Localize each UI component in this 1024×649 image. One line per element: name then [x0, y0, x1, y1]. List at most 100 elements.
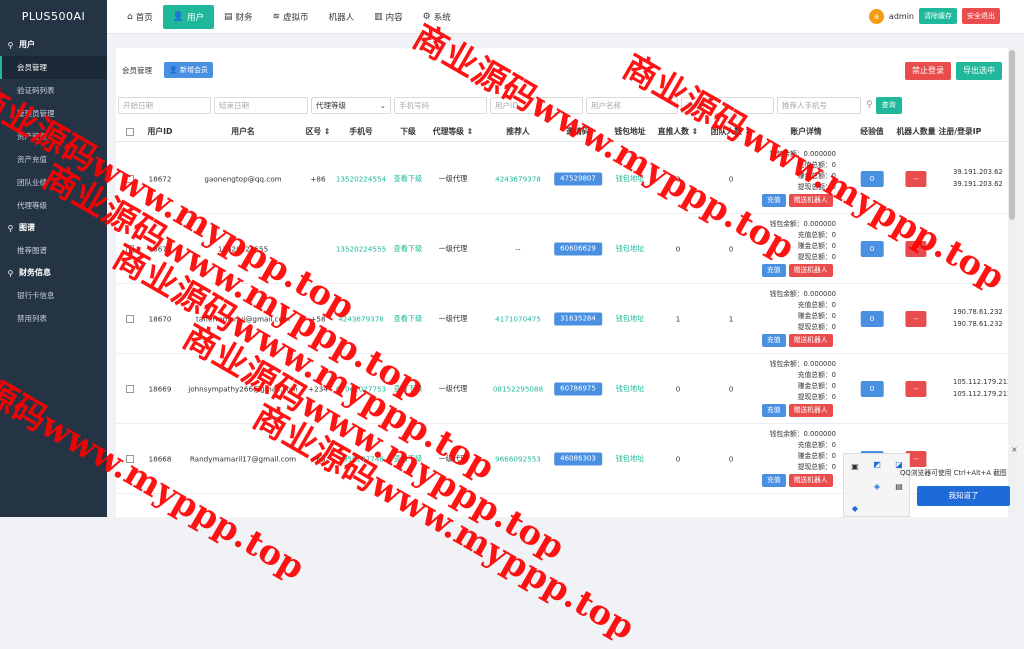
avatar[interactable]: a [868, 8, 884, 24]
gift-robot-button[interactable]: 赠送机器人 [788, 474, 833, 487]
nav-item[interactable]: 机器人 [319, 5, 365, 29]
sidebar-group[interactable]: ⚲ 用户 [0, 34, 107, 56]
username-input[interactable]: 用户名称 [586, 96, 678, 114]
robot-count-badge[interactable]: -- [905, 381, 927, 397]
phone-cell[interactable]: 4243679378 [338, 315, 384, 324]
gift-robot-button[interactable]: 赠送机器人 [788, 194, 833, 207]
close-icon[interactable]: × [1011, 445, 1018, 454]
referrer-cell[interactable]: 08152295088 [493, 385, 543, 394]
row-checkbox[interactable] [126, 315, 134, 323]
robot-count-badge[interactable]: -- [905, 171, 927, 187]
column-header[interactable]: 直推人数 ⇕ [658, 122, 698, 142]
wallet-address-link[interactable]: 钱包地址 [616, 244, 645, 254]
invite-code-input[interactable]: 邀请码 [681, 96, 774, 114]
sidebar-item[interactable]: 会员管理 [0, 56, 107, 79]
recharge-button[interactable]: 充值 [762, 194, 786, 207]
admin-username[interactable]: admin [889, 12, 914, 21]
row-checkbox[interactable] [126, 385, 134, 393]
sidebar-item[interactable]: 团队业绩 [0, 171, 107, 194]
phone-cell[interactable]: 9955187748 [338, 455, 384, 464]
sidebar-item[interactable]: 银行卡信息 [0, 284, 107, 307]
invite-code-badge[interactable]: 46086303 [554, 452, 602, 466]
app-icon[interactable]: ◈ [872, 482, 882, 492]
view-subordinates-link[interactable]: 查看下级 [394, 314, 423, 324]
phone-cell[interactable]: 13520224555 [336, 245, 386, 254]
invite-code-badge[interactable]: 47529807 [554, 172, 602, 186]
row-checkbox[interactable] [126, 245, 134, 253]
got-it-button[interactable]: 我知道了 [917, 486, 1010, 506]
recharge-button[interactable]: 充值 [762, 404, 786, 417]
nav-item[interactable]: 👤 用户 [162, 4, 214, 29]
sidebar-item[interactable]: 推荐图谱 [0, 239, 107, 262]
sidebar-item[interactable]: 资产管理 [0, 125, 107, 148]
user-id-input[interactable]: 用户ID [490, 96, 583, 114]
view-subordinates-link[interactable]: 查看下级 [394, 384, 423, 394]
scrollbar-thumb[interactable] [1009, 50, 1015, 220]
sidebar-item[interactable]: 管理员管理 [0, 102, 107, 125]
phone-cell[interactable]: 07042027753 [336, 385, 386, 394]
sidebar-item[interactable]: 代理等级 [0, 194, 107, 217]
invite-code-badge[interactable]: 60606629 [554, 242, 602, 256]
nav-item[interactable]: ▤ 财务 [214, 5, 263, 29]
app-icon[interactable]: ◆ [850, 504, 860, 514]
view-subordinates-link[interactable]: 查看下级 [394, 174, 423, 184]
experience-badge[interactable]: 0 [860, 241, 884, 257]
robot-count-badge[interactable]: -- [905, 311, 927, 327]
sidebar-group[interactable]: ⚲ 财务信息 [0, 262, 107, 284]
nav-item[interactable]: ▥ 内容 [364, 5, 413, 29]
disable-login-button[interactable]: 禁止登录 [905, 62, 951, 80]
experience-badge[interactable]: 0 [860, 311, 884, 327]
select-all-checkbox[interactable] [126, 128, 134, 136]
sidebar-group[interactable]: ⚲ 图谱 [0, 217, 107, 239]
search-button[interactable]: 查询 [875, 96, 902, 114]
column-header[interactable]: 代理等级 ⇕ [433, 122, 473, 142]
nav-item[interactable]: ⌂ 首页 [117, 5, 163, 29]
referrer-cell[interactable]: 9666092553 [495, 455, 541, 464]
nav-item[interactable]: ≋ 虚拟币 [263, 5, 319, 29]
gift-robot-button[interactable]: 赠送机器人 [788, 404, 833, 417]
recharge-button[interactable]: 充值 [762, 474, 786, 487]
phone-input[interactable]: 手机号码 [394, 96, 487, 114]
row-checkbox[interactable] [126, 175, 134, 183]
wallet-address-link[interactable]: 钱包地址 [616, 174, 645, 184]
add-member-button[interactable]: 👤 新增会员 [164, 62, 213, 78]
phone-cell[interactable]: 13520224554 [336, 175, 386, 184]
column-header[interactable]: 团队人数 ⇕ [711, 122, 751, 142]
column-header[interactable]: 区号 ⇕ [306, 122, 331, 142]
sidebar-item[interactable]: 验证码列表 [0, 79, 107, 102]
start-date-input[interactable]: 开始日期 [118, 96, 211, 114]
robot-count-badge[interactable]: -- [905, 241, 927, 257]
app-icon[interactable]: ▤ [894, 482, 904, 492]
logout-button[interactable]: 安全退出 [962, 8, 1000, 24]
app-icon[interactable]: ◩ [872, 460, 882, 470]
app-icon[interactable]: ▣ [850, 462, 860, 472]
sidebar-item[interactable]: 禁用列表 [0, 307, 107, 330]
invite-code-badge[interactable]: 31635284 [554, 312, 602, 326]
experience-badge[interactable]: 0 [860, 381, 884, 397]
toolbar: 会员管理 👤 新增会员 禁止登录 导出选中 [122, 62, 1002, 80]
agent-level-select[interactable]: 代理等级 ⌄ [311, 96, 391, 114]
referrer-cell[interactable]: 4171070475 [495, 315, 541, 324]
sidebar-item[interactable]: 资产充值 [0, 148, 107, 171]
account-details: 钱包余额：0.000000 充值总额：0 赚金总额：0 提现总额：0 [766, 359, 866, 403]
view-subordinates-link[interactable]: 查看下级 [394, 244, 423, 254]
gift-robot-button[interactable]: 赠送机器人 [788, 334, 833, 347]
end-date-input[interactable]: 结束日期 [214, 96, 308, 114]
clear-cache-button[interactable]: 清除缓存 [919, 8, 957, 24]
gift-robot-button[interactable]: 赠送机器人 [788, 264, 833, 277]
recharge-button[interactable]: 充值 [762, 334, 786, 347]
export-selected-button[interactable]: 导出选中 [956, 62, 1002, 80]
invite-code-badge[interactable]: 60786975 [554, 382, 602, 396]
row-checkbox[interactable] [126, 455, 134, 463]
experience-badge[interactable]: 0 [860, 171, 884, 187]
search-icon[interactable]: ⚲ [866, 100, 873, 110]
column-header: 用户名 [231, 127, 255, 136]
recharge-button[interactable]: 充值 [762, 264, 786, 277]
wallet-address-link[interactable]: 钱包地址 [616, 314, 645, 324]
referrer-phone-input[interactable]: 推荐人手机号 [777, 96, 861, 114]
view-subordinates-link[interactable]: 查看下级 [394, 454, 423, 464]
wallet-address-link[interactable]: 钱包地址 [616, 454, 645, 464]
wallet-address-link[interactable]: 钱包地址 [616, 384, 645, 394]
referrer-cell[interactable]: 4243679378 [495, 175, 541, 184]
nav-item[interactable]: ⚙ 系统 [413, 5, 461, 29]
